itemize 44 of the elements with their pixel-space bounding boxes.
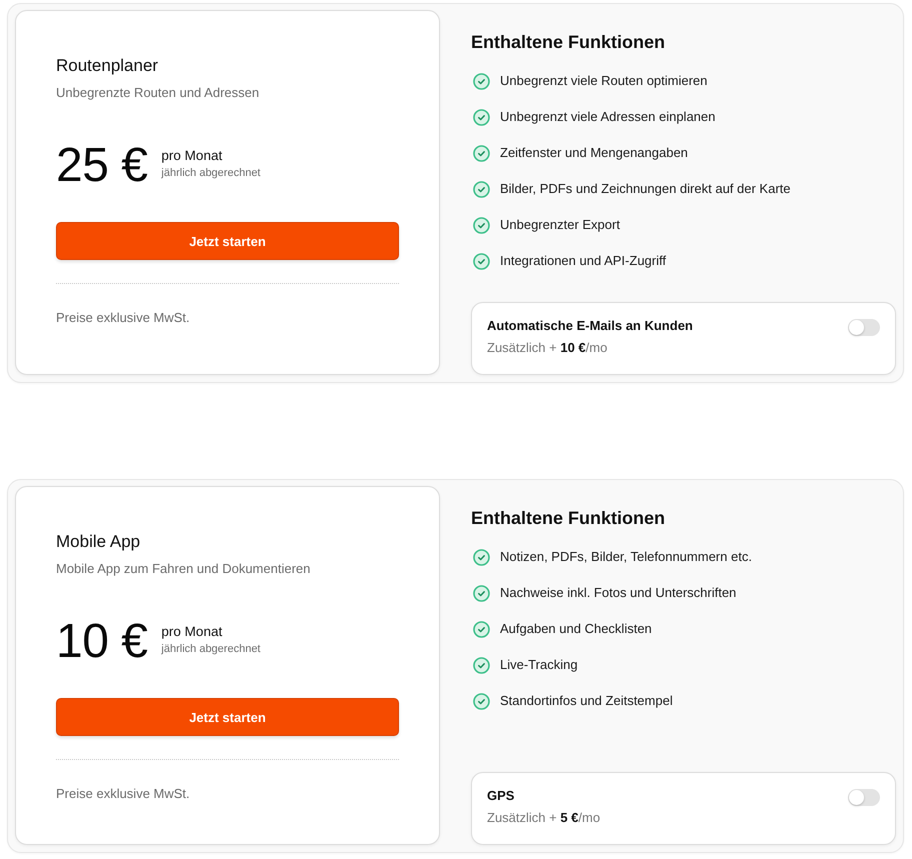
feature-text: Notizen, PDFs, Bilder, Telefonnummern etc.: [500, 548, 752, 566]
check-circle-icon: [473, 180, 490, 198]
plan-title: Mobile App: [56, 531, 142, 553]
tax-note: Preise exklusive MwSt.: [56, 785, 191, 803]
check-circle-icon: [473, 144, 490, 162]
check-circle-icon: [473, 548, 490, 566]
price-period: pro Monat: [161, 147, 224, 165]
feature-text: Aufgaben und Checklisten: [500, 620, 652, 638]
price-amount: 25 €: [56, 142, 148, 190]
addon-price: Zusätzlich + 10 €/mo: [487, 339, 608, 357]
plan-description: Mobile App zum Fahren und Dokumentieren: [56, 560, 312, 578]
features-heading: Enthaltene Funktionen: [471, 31, 666, 54]
tax-note: Preise exklusive MwSt.: [56, 309, 191, 327]
feature-text: Nachweise inkl. Fotos und Unterschriften: [500, 584, 736, 602]
price-amount: 10 €: [56, 618, 148, 666]
billing-note: jährlich abgerechnet: [161, 642, 260, 657]
check-circle-icon: [473, 692, 490, 710]
feature-text: Bilder, PDFs und Zeichnungen direkt auf der Karte: [500, 180, 790, 198]
check-circle-icon: [473, 72, 490, 90]
check-circle-icon: [473, 252, 490, 270]
check-circle-icon: [473, 216, 490, 234]
addon-title: Automatische E-Mails an Kunden: [487, 317, 693, 335]
toggle-switch[interactable]: [848, 789, 880, 806]
check-circle-icon: [473, 620, 490, 638]
toggle-switch[interactable]: [848, 319, 880, 336]
feature-text: Integrationen und API-Zugriff: [500, 252, 666, 270]
billing-note: jährlich abgerechnet: [161, 166, 260, 181]
plan-description: Unbegrenzte Routen und Adressen: [56, 84, 260, 102]
feature-text: Unbegrenzter Export: [500, 216, 620, 234]
feature-text: Live-Tracking: [500, 656, 578, 674]
feature-text: Standortinfos und Zeitstempel: [500, 692, 673, 710]
features-heading: Enthaltene Funktionen: [471, 507, 666, 530]
addon-title: GPS: [487, 787, 516, 805]
feature-text: Unbegrenzt viele Adressen einplanen: [500, 108, 716, 126]
feature-text: Unbegrenzt viele Routen optimieren: [500, 72, 708, 90]
check-circle-icon: [473, 584, 490, 602]
start-button[interactable]: Jetzt starten: [56, 222, 399, 260]
addon-price: Zusätzlich + 5 €/mo: [487, 809, 600, 827]
start-button[interactable]: Jetzt starten: [56, 698, 399, 736]
price-period: pro Monat: [161, 623, 224, 641]
feature-text: Zeitfenster und Mengenangaben: [500, 144, 688, 162]
plan-title: Routenplaner: [56, 55, 160, 77]
check-circle-icon: [473, 656, 490, 674]
check-circle-icon: [473, 108, 490, 126]
